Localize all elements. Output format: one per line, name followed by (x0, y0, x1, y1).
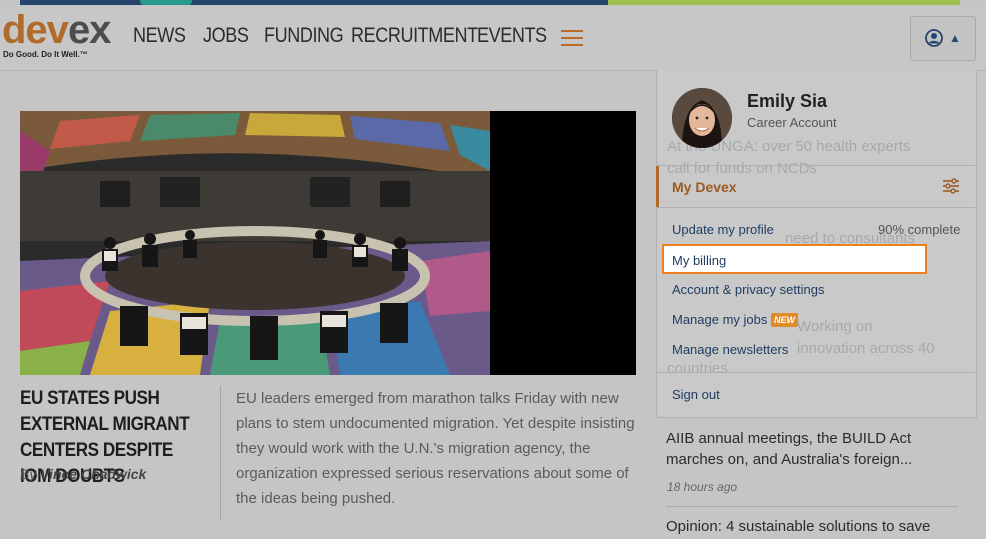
my-devex-title: My Devex (672, 179, 737, 195)
user-circle-icon (925, 29, 943, 47)
menu-my-billing[interactable]: My billing (662, 244, 927, 274)
settings-sliders-icon[interactable] (942, 178, 960, 194)
menu-my-billing-label: My billing (672, 253, 727, 268)
nav-jobs[interactable]: JOBS (203, 24, 249, 48)
ghost-text-5: innovation across 40 (797, 340, 935, 357)
article-divider (220, 386, 221, 520)
byline-author[interactable]: Vince Chadwick (40, 466, 146, 482)
chevron-up-icon: ▲ (949, 31, 961, 45)
byline-prefix: By (20, 466, 37, 482)
menu-update-profile[interactable]: Update my profile (672, 222, 774, 237)
hamburger-menu-icon[interactable] (561, 30, 583, 48)
logo-tagline: Do Good. Do It Well.™ (3, 50, 88, 59)
nav-events[interactable]: EVENTS (477, 24, 547, 48)
ghost-text-6: countries (667, 360, 728, 377)
side-news-title-2[interactable]: Opinion: 4 sustainable solutions to save (666, 518, 966, 535)
nav-news[interactable]: NEWS (133, 24, 186, 48)
menu-manage-newsletters[interactable]: Manage newsletters (672, 342, 788, 357)
user-name: Emily Sia (747, 91, 828, 111)
menu-sign-out[interactable]: Sign out (672, 387, 720, 402)
article-byline: By Vince Chadwick (20, 466, 146, 482)
profile-complete-status: 90% complete (878, 222, 961, 237)
devex-logo[interactable]: devex Do Good. Do It Well.™ (2, 10, 112, 60)
menu-account-privacy-settings[interactable]: Account & privacy settings (672, 282, 824, 297)
logo-word-b: ex (67, 8, 111, 52)
nav-funding[interactable]: FUNDING (264, 24, 344, 48)
side-news-title-1[interactable]: AIIB annual meetings, the BUILD Act marc… (666, 428, 956, 470)
user-avatar[interactable] (672, 88, 732, 148)
article-summary: EU leaders emerged from marathon talks F… (236, 390, 635, 507)
new-badge: NEW (771, 313, 798, 327)
sign-out-separator (656, 372, 975, 373)
account-menu-button[interactable]: ▲ (910, 16, 976, 61)
top-ad-banner[interactable] (20, 0, 960, 5)
nav-recruitment[interactable]: RECRUITMENT (351, 24, 478, 48)
side-news-separator (666, 506, 958, 507)
active-indicator (656, 166, 659, 207)
side-news-time-1: 18 hours ago (667, 480, 738, 494)
my-devex-section-header[interactable]: My Devex (656, 165, 975, 208)
menu-manage-jobs[interactable]: Manage my jobs (672, 312, 767, 327)
article-hero-image[interactable] (20, 111, 636, 375)
ghost-text-4: Working on (797, 318, 873, 335)
logo-word-a: dev (2, 8, 69, 52)
account-type: Career Account (747, 115, 837, 130)
